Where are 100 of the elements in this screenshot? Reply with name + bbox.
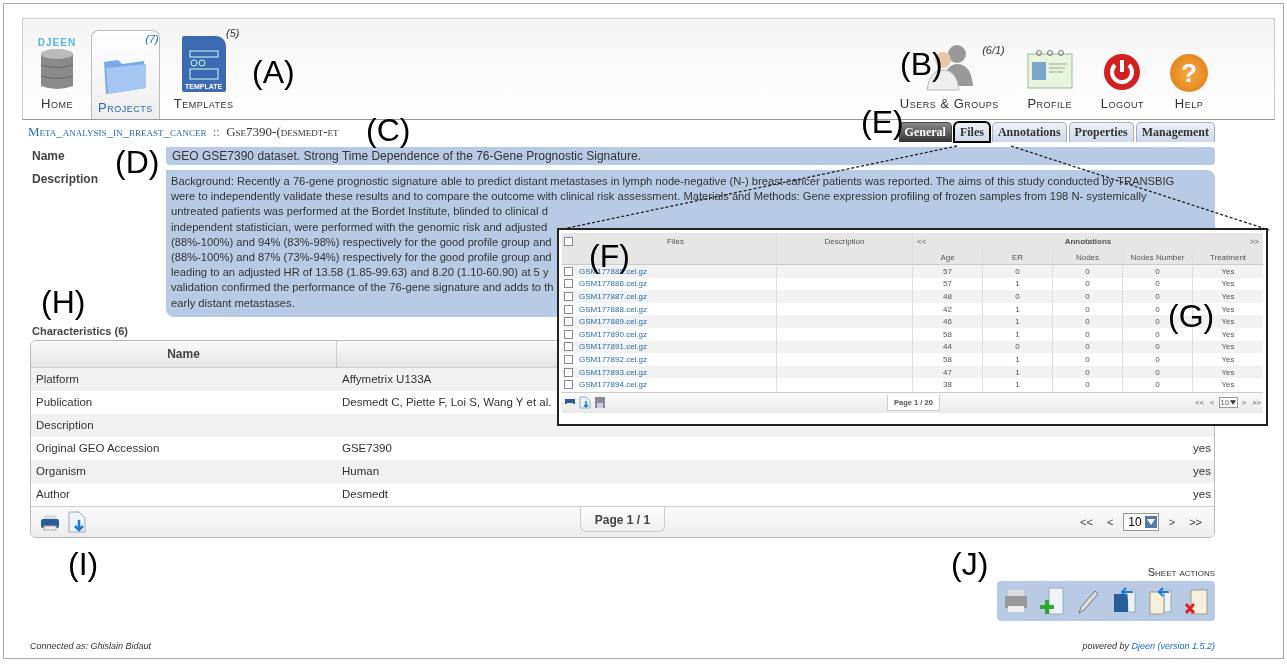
export-icon[interactable] — [579, 396, 591, 410]
tab[interactable]: Properties — [1068, 122, 1134, 142]
import-document-icon[interactable] — [1111, 585, 1137, 616]
help-icon: ? — [1170, 54, 1208, 92]
figure-label: (J) — [951, 548, 989, 580]
table-cell: 1 — [1015, 329, 1020, 339]
table-cell: 0 — [1155, 342, 1160, 352]
figure-label: (A) — [252, 56, 295, 88]
table-cell: 1 — [1015, 354, 1020, 364]
table-cell: 46 — [943, 317, 952, 327]
nav-link[interactable]: Profile — [1027, 96, 1073, 111]
checkbox[interactable] — [564, 292, 573, 301]
clipboard-icon[interactable] — [1147, 585, 1173, 616]
field-label: Name — [31, 148, 66, 163]
file-link[interactable]: GSM177894.cel.gz — [575, 380, 648, 390]
table-cell: Yes — [1221, 354, 1235, 364]
breadcrumb-current: Gse7390-(desmedt-et — [226, 124, 339, 139]
checkbox[interactable] — [564, 279, 573, 289]
checkbox[interactable] — [564, 367, 573, 377]
table-cell: Affymetrix U133A — [342, 373, 432, 386]
table-cell: yes — [1193, 465, 1211, 478]
table-cell: 38 — [943, 380, 952, 390]
version-link[interactable]: Djeen (version 1.5.2) — [1131, 640, 1215, 651]
save-icon[interactable] — [594, 396, 606, 410]
table-cell: 48 — [943, 292, 952, 301]
figure-label: (I) — [68, 548, 99, 580]
previous-page-button[interactable]: < — [1102, 513, 1118, 530]
column-header[interactable]: Nodes Number — [1130, 252, 1185, 262]
section-title: Sheet actions — [1147, 565, 1215, 578]
column-header[interactable]: Nodes — [1075, 252, 1100, 262]
logo-text: DJEEN — [37, 37, 77, 48]
column-header[interactable]: Age — [940, 252, 955, 262]
count-label: (6/1) — [982, 44, 1005, 56]
figure-label: (B) — [900, 48, 943, 80]
nav-link[interactable]: Logout — [1100, 96, 1144, 111]
caret-icon — [1229, 400, 1236, 406]
page-size-select[interactable]: 10 — [1123, 512, 1159, 531]
checkbox[interactable] — [564, 329, 573, 339]
file-link[interactable]: GSM177892.cel.gz — [575, 354, 648, 364]
column-header[interactable]: Name — [31, 340, 337, 367]
connected-user-text: Connected as: Ghislain Bidaut — [30, 640, 152, 651]
scroll-left-button[interactable]: << — [913, 237, 931, 246]
scroll-right-button[interactable]: >> — [1245, 237, 1263, 246]
checkbox[interactable] — [564, 354, 573, 364]
checkbox[interactable] — [564, 304, 573, 314]
nav-tab[interactable]: DJEEN Home — [31, 25, 83, 119]
tab[interactable]: Files — [953, 122, 990, 142]
table-cell: 0 — [1085, 380, 1090, 390]
table-cell: 1 — [1015, 380, 1020, 390]
count-label: (7) — [145, 33, 159, 45]
table-cell: 0 — [1015, 266, 1020, 276]
table-cell: 0 — [1155, 266, 1160, 276]
file-link[interactable]: GSM177889.cel.gz — [575, 317, 648, 327]
checkbox[interactable] — [564, 342, 573, 352]
file-link[interactable]: GSM177890.cel.gz — [575, 329, 648, 339]
table-cell: 42 — [943, 304, 952, 314]
file-link[interactable]: GSM177886.cel.gz — [575, 279, 648, 289]
column-header[interactable]: Description — [824, 237, 865, 246]
nav-link[interactable]: Help — [1174, 96, 1204, 111]
figure-label: (H) — [41, 286, 86, 318]
first-page-button[interactable]: << — [1076, 513, 1097, 530]
table-cell: Yes — [1221, 317, 1235, 327]
table-cell: 0 — [1085, 279, 1090, 289]
table-cell: 58 — [943, 354, 952, 364]
table-cell: Yes — [1221, 342, 1235, 352]
next-page-button[interactable]: > — [1164, 513, 1180, 530]
table-cell: Organism — [36, 465, 86, 478]
breadcrumb-link[interactable]: Meta_analysis_in_breast_cancer — [28, 124, 207, 139]
file-link[interactable]: GSM177893.cel.gz — [575, 367, 648, 377]
table-cell: 0 — [1155, 329, 1160, 339]
file-link[interactable]: GSM177888.cel.gz — [575, 304, 648, 314]
table-cell: 0 — [1085, 266, 1090, 276]
table-cell: 0 — [1085, 342, 1090, 352]
table-cell: Description — [36, 419, 94, 432]
table-cell: 0 — [1155, 317, 1160, 327]
table-cell: Platform — [36, 373, 79, 386]
checkbox[interactable] — [564, 380, 573, 390]
checkbox[interactable] — [564, 266, 573, 276]
table-cell: 0 — [1155, 380, 1160, 390]
checkbox[interactable] — [564, 237, 573, 246]
powered-by-text: powered by Djeen (version 1.5.2) — [1082, 640, 1215, 651]
export-icon[interactable] — [67, 509, 87, 534]
file-link[interactable]: GSM177887.cel.gz — [575, 292, 648, 301]
table-cell: 58 — [943, 329, 952, 339]
tab[interactable]: Annotations — [991, 122, 1067, 142]
caret-icon — [1146, 518, 1155, 525]
last-page-button[interactable]: >> — [1185, 513, 1206, 530]
column-header[interactable]: Treatment — [1209, 252, 1247, 262]
file-link[interactable]: GSM177891.cel.gz — [575, 342, 648, 352]
table-cell: Desmedt C, Piette F, Loi S, Wang Y et al. — [342, 396, 552, 409]
table-cell: Human — [342, 465, 380, 478]
tab[interactable]: Management — [1135, 122, 1215, 142]
table-cell: 1 — [1015, 279, 1020, 289]
nav-tab[interactable]: (7) Projects — [91, 30, 160, 119]
add-document-icon[interactable] — [1039, 585, 1065, 616]
table-cell: 0 — [1155, 367, 1160, 377]
name-value: GEO GSE7390 dataset. Strong Time Dependence of the 76-Gene Prognostic Signature. — [166, 147, 1215, 165]
checkbox[interactable] — [564, 317, 573, 327]
column-header[interactable]: Files — [667, 237, 684, 246]
column-header[interactable]: ER — [1011, 252, 1024, 262]
